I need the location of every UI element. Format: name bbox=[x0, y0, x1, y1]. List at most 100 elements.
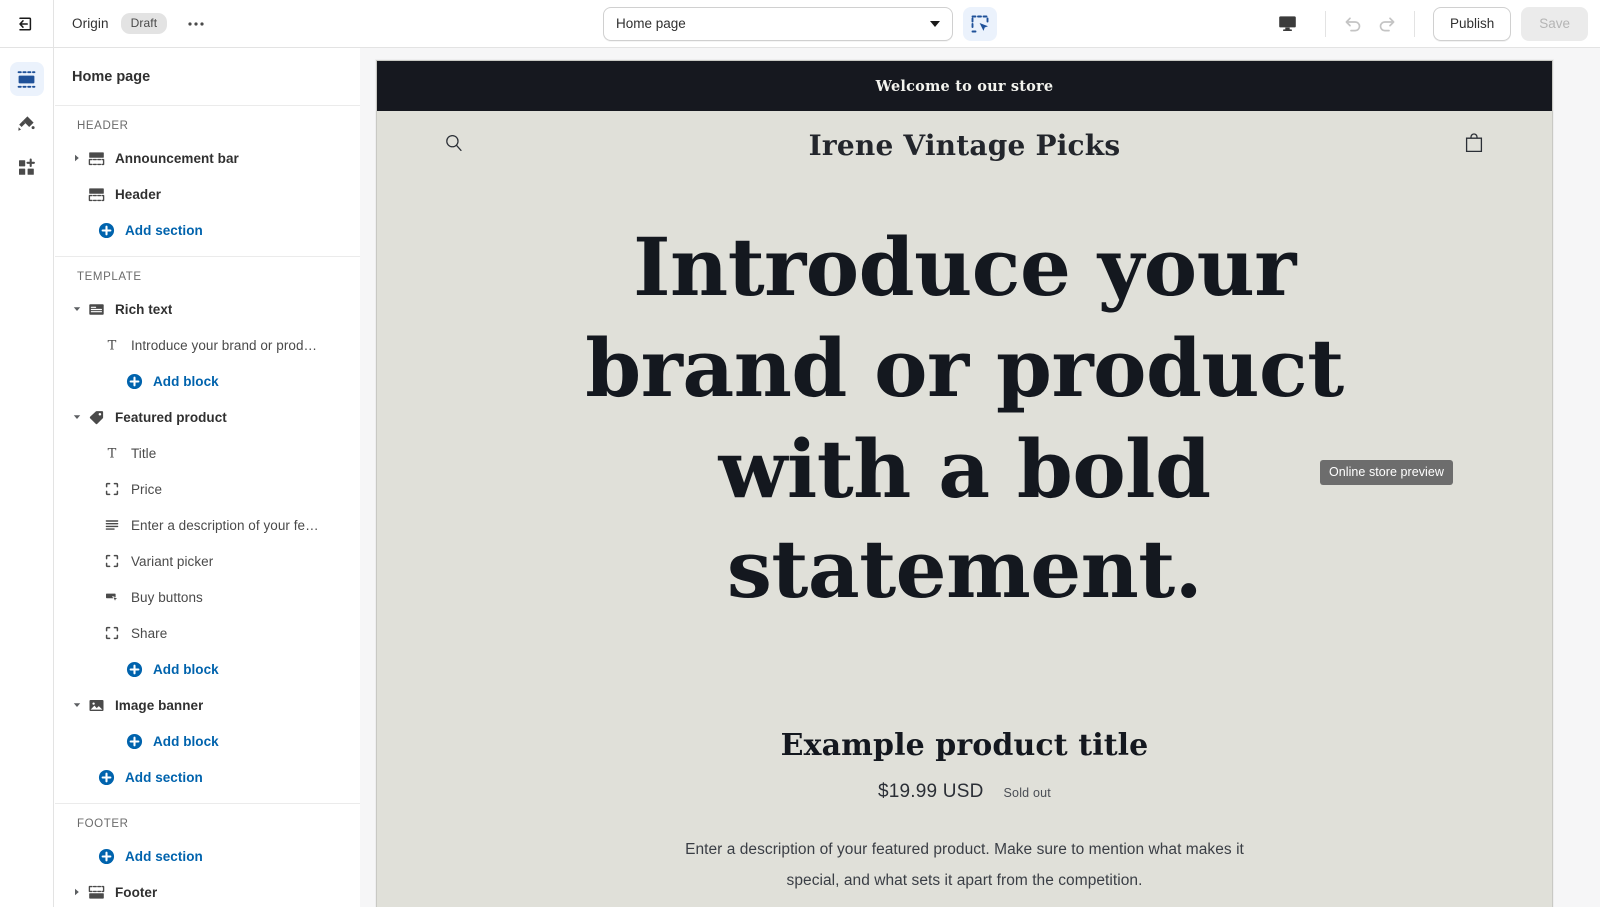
sidebar-block-variant-picker[interactable]: Variant picker bbox=[61, 543, 354, 579]
shopping-bag-icon[interactable] bbox=[1462, 131, 1486, 160]
text-block-icon: T bbox=[101, 445, 123, 461]
buy-button-icon bbox=[101, 589, 123, 605]
announcement-bar[interactable]: Welcome to our store bbox=[377, 61, 1552, 111]
sidebar-group-template: TEMPLATE Rich text T Introduce your bran… bbox=[55, 257, 360, 804]
add-block-button-rich-text[interactable]: Add block bbox=[61, 363, 354, 399]
twisty-expanded-icon[interactable] bbox=[69, 412, 85, 422]
sidebar-block-price[interactable]: Price bbox=[61, 471, 354, 507]
twisty-collapsed-icon[interactable] bbox=[69, 153, 85, 163]
add-section-label: Add section bbox=[125, 848, 203, 864]
add-block-label: Add block bbox=[153, 373, 219, 389]
sidebar-group-footer: FOOTER Add section Footer bbox=[55, 804, 360, 907]
chevron-down-icon bbox=[930, 20, 940, 27]
add-block-label: Add block bbox=[153, 661, 219, 677]
sidebar-item-label: Image banner bbox=[115, 697, 204, 713]
sidebar-item-featured-product[interactable]: Featured product bbox=[61, 399, 354, 435]
left-icon-rail bbox=[0, 48, 54, 907]
redo-icon bbox=[1379, 16, 1395, 31]
plus-circle-icon bbox=[95, 222, 117, 239]
sidebar-item-image-banner[interactable]: Image banner bbox=[61, 687, 354, 723]
ellipsis-icon bbox=[188, 21, 204, 26]
sidebar-block-title[interactable]: T Title bbox=[61, 435, 354, 471]
sidebar-group-header: HEADER Announcement bar Header Add secti… bbox=[55, 106, 360, 257]
sidebar-block-label: Introduce your brand or prod… bbox=[131, 337, 318, 353]
add-section-button-footer[interactable]: Add section bbox=[61, 838, 354, 874]
rail-item-theme-settings[interactable] bbox=[10, 106, 44, 140]
twisty-expanded-icon[interactable] bbox=[69, 700, 85, 710]
add-section-button-header[interactable]: Add section bbox=[61, 212, 354, 248]
sidebar-item-announcement-bar[interactable]: Announcement bar bbox=[61, 140, 354, 176]
sidebar-item-header[interactable]: Header bbox=[61, 176, 354, 212]
product-title[interactable]: Example product title bbox=[377, 728, 1552, 763]
page-selector[interactable]: Home page bbox=[603, 6, 953, 41]
plus-circle-icon bbox=[123, 733, 145, 750]
sidebar-block-label: Share bbox=[131, 625, 168, 641]
redo-button[interactable] bbox=[1370, 7, 1404, 41]
plus-circle-icon bbox=[95, 769, 117, 786]
product-price: $19.99 USD bbox=[878, 781, 984, 803]
svg-text:T: T bbox=[108, 339, 117, 353]
group-label-header: HEADER bbox=[77, 120, 129, 132]
undo-button[interactable] bbox=[1336, 7, 1370, 41]
sidebar-item-label: Announcement bar bbox=[115, 150, 239, 166]
save-button[interactable]: Save bbox=[1521, 6, 1588, 41]
product-price-row: $19.99 USD Sold out bbox=[377, 781, 1552, 803]
apps-grid-plus-icon bbox=[19, 158, 35, 175]
add-section-label: Add section bbox=[125, 769, 203, 785]
theme-status-badge: Draft bbox=[120, 13, 168, 34]
product-tag-icon bbox=[85, 409, 107, 426]
topbar-right-group: Publish Save bbox=[1271, 0, 1588, 48]
tooltip: Online store preview bbox=[1320, 460, 1453, 485]
add-block-button-image-banner[interactable]: Add block bbox=[61, 723, 354, 759]
top-bar: Origin Draft Home page Publish Save bbox=[0, 0, 1600, 48]
topbar-center-group: Home page bbox=[603, 6, 997, 41]
header-section-icon bbox=[85, 150, 107, 167]
twisty-collapsed-icon[interactable] bbox=[69, 887, 85, 897]
sidebar-block-label: Price bbox=[131, 481, 163, 497]
featured-product-section[interactable]: Example product title $19.99 USD Sold ou… bbox=[377, 728, 1552, 907]
group-label-footer: FOOTER bbox=[77, 818, 129, 830]
hero-heading[interactable]: Introduce your brand or product with a b… bbox=[555, 217, 1375, 620]
rail-item-apps[interactable] bbox=[10, 150, 44, 184]
exit-arrow-icon bbox=[18, 16, 31, 31]
product-availability: Sold out bbox=[1003, 786, 1051, 801]
sidebar-block-rich-text-heading[interactable]: T Introduce your brand or prod… bbox=[61, 327, 354, 363]
plus-circle-icon bbox=[95, 848, 117, 865]
add-section-button-template[interactable]: Add section bbox=[61, 759, 354, 795]
topbar-left-group: Origin Draft bbox=[0, 0, 211, 48]
toolbar-divider-2 bbox=[1413, 10, 1415, 37]
add-block-button-featured-product[interactable]: Add block bbox=[61, 651, 354, 687]
undo-icon bbox=[1345, 16, 1361, 31]
sidebar-block-label: Title bbox=[131, 445, 157, 461]
sidebar-block-buy-buttons[interactable]: Buy buttons bbox=[61, 579, 354, 615]
group-label-template: TEMPLATE bbox=[77, 271, 142, 283]
product-description[interactable]: Enter a description of your featured pro… bbox=[675, 835, 1255, 896]
theme-name: Origin bbox=[72, 16, 109, 31]
select-element-icon bbox=[971, 15, 989, 32]
sidebar-item-rich-text[interactable]: Rich text bbox=[61, 291, 354, 327]
footer-section-icon bbox=[85, 884, 107, 901]
device-preview-button[interactable] bbox=[1271, 7, 1305, 41]
twisty-expanded-icon[interactable] bbox=[69, 304, 85, 314]
store-name[interactable]: Irene Vintage Picks bbox=[377, 129, 1552, 162]
rich-text-section[interactable]: Introduce your brand or product with a b… bbox=[377, 179, 1552, 620]
sidebar-item-label: Rich text bbox=[115, 301, 173, 317]
exit-editor-button[interactable] bbox=[0, 0, 54, 47]
paintbrush-icon bbox=[18, 115, 35, 131]
inspector-toggle-button[interactable] bbox=[963, 6, 997, 41]
plus-circle-icon bbox=[123, 373, 145, 390]
sections-sidebar: Home page HEADER Announcement bar Header… bbox=[55, 48, 360, 907]
rail-item-sections[interactable] bbox=[9, 62, 44, 96]
sidebar-block-share[interactable]: Share bbox=[61, 615, 354, 651]
sidebar-item-footer[interactable]: Footer bbox=[61, 874, 354, 907]
publish-button[interactable]: Publish bbox=[1432, 6, 1512, 41]
sidebar-item-label: Featured product bbox=[115, 409, 227, 425]
image-banner-icon bbox=[85, 697, 107, 714]
generic-block-icon bbox=[101, 553, 123, 569]
store-header: Irene Vintage Picks bbox=[377, 111, 1552, 179]
search-icon[interactable] bbox=[443, 132, 465, 159]
toolbar-divider bbox=[1324, 10, 1326, 37]
sidebar-block-description[interactable]: Enter a description of your fe… bbox=[61, 507, 354, 543]
generic-block-icon bbox=[101, 481, 123, 497]
more-actions-button[interactable] bbox=[181, 10, 211, 38]
